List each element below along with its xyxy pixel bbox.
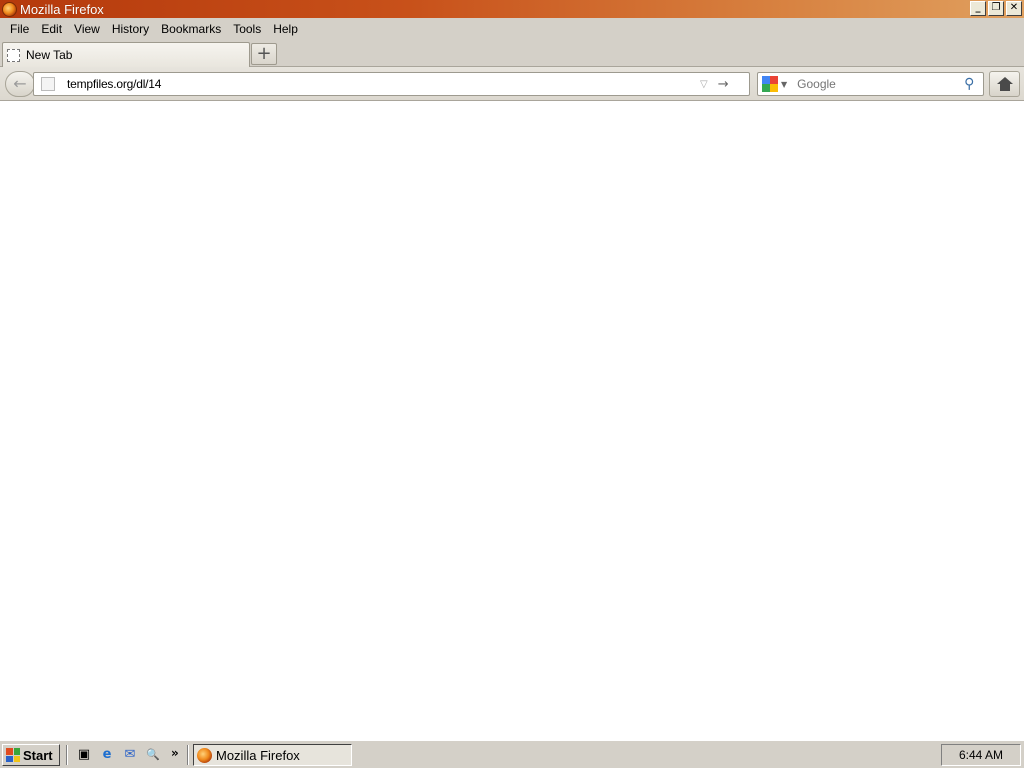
taskbar: Start ▣ e ✉ 🔍 » Mozilla Firefox 6:44 AM xyxy=(0,740,1024,768)
close-button[interactable]: ✕ xyxy=(1006,1,1022,16)
go-arrow-icon[interactable]: → xyxy=(718,77,729,92)
taskbar-separator xyxy=(187,745,189,765)
tab-label: New Tab xyxy=(26,48,73,62)
firefox-icon xyxy=(2,1,17,17)
url-input[interactable] xyxy=(67,75,697,93)
tab-bar: New Tab + xyxy=(0,40,1024,67)
google-icon[interactable] xyxy=(762,76,778,92)
navigation-toolbar: ← ▽ → ▼ ⚲ xyxy=(0,67,1024,101)
search-bar[interactable]: ▼ ⚲ xyxy=(757,72,984,96)
windows-logo-icon xyxy=(6,748,20,762)
taskbar-item-label: Mozilla Firefox xyxy=(216,747,300,763)
menu-view[interactable]: View xyxy=(68,22,106,36)
menu-help[interactable]: Help xyxy=(267,22,304,36)
home-button[interactable] xyxy=(989,71,1020,97)
search-input[interactable] xyxy=(797,75,963,93)
outlook-express-icon[interactable]: ✉ xyxy=(122,747,138,763)
site-identity-icon[interactable] xyxy=(41,77,55,91)
page-content xyxy=(0,102,1024,740)
history-dropdown-icon[interactable]: ▽ xyxy=(700,79,708,90)
menu-edit[interactable]: Edit xyxy=(35,22,68,36)
taskbar-separator xyxy=(66,745,68,765)
menu-history[interactable]: History xyxy=(106,22,155,36)
search-icon[interactable]: 🔍 xyxy=(145,747,161,763)
firefox-icon xyxy=(197,747,212,763)
taskbar-item-firefox[interactable]: Mozilla Firefox xyxy=(193,744,352,766)
blank-page-icon xyxy=(7,48,20,62)
menu-bookmarks[interactable]: Bookmarks xyxy=(155,22,227,36)
show-desktop-icon[interactable]: ▣ xyxy=(76,747,92,763)
menu-tools[interactable]: Tools xyxy=(227,22,267,36)
back-button[interactable]: ← xyxy=(5,71,35,97)
window-controls: _ ❐ ✕ xyxy=(970,1,1022,16)
menu-bar: File Edit View History Bookmarks Tools H… xyxy=(0,18,1024,40)
internet-explorer-icon[interactable]: e xyxy=(99,747,115,763)
url-bar[interactable]: ▽ → xyxy=(33,72,750,96)
window-title: Mozilla Firefox xyxy=(20,1,104,17)
home-icon xyxy=(996,77,1013,91)
menu-file[interactable]: File xyxy=(4,22,35,36)
restore-button[interactable]: ❐ xyxy=(988,1,1004,16)
minimize-button[interactable]: _ xyxy=(970,1,986,16)
tab-new-tab[interactable]: New Tab xyxy=(2,42,250,67)
new-tab-button[interactable]: + xyxy=(251,43,277,65)
quicklaunch-more-icon[interactable]: » xyxy=(171,746,179,760)
engine-dropdown-icon[interactable]: ▼ xyxy=(781,80,787,89)
start-label: Start xyxy=(23,747,53,763)
clock[interactable]: 6:44 AM xyxy=(959,748,1003,762)
window-titlebar[interactable]: Mozilla Firefox _ ❐ ✕ xyxy=(0,0,1024,18)
magnifier-icon[interactable]: ⚲ xyxy=(964,76,974,92)
start-button[interactable]: Start xyxy=(2,744,60,766)
system-tray: 6:44 AM xyxy=(941,744,1021,766)
